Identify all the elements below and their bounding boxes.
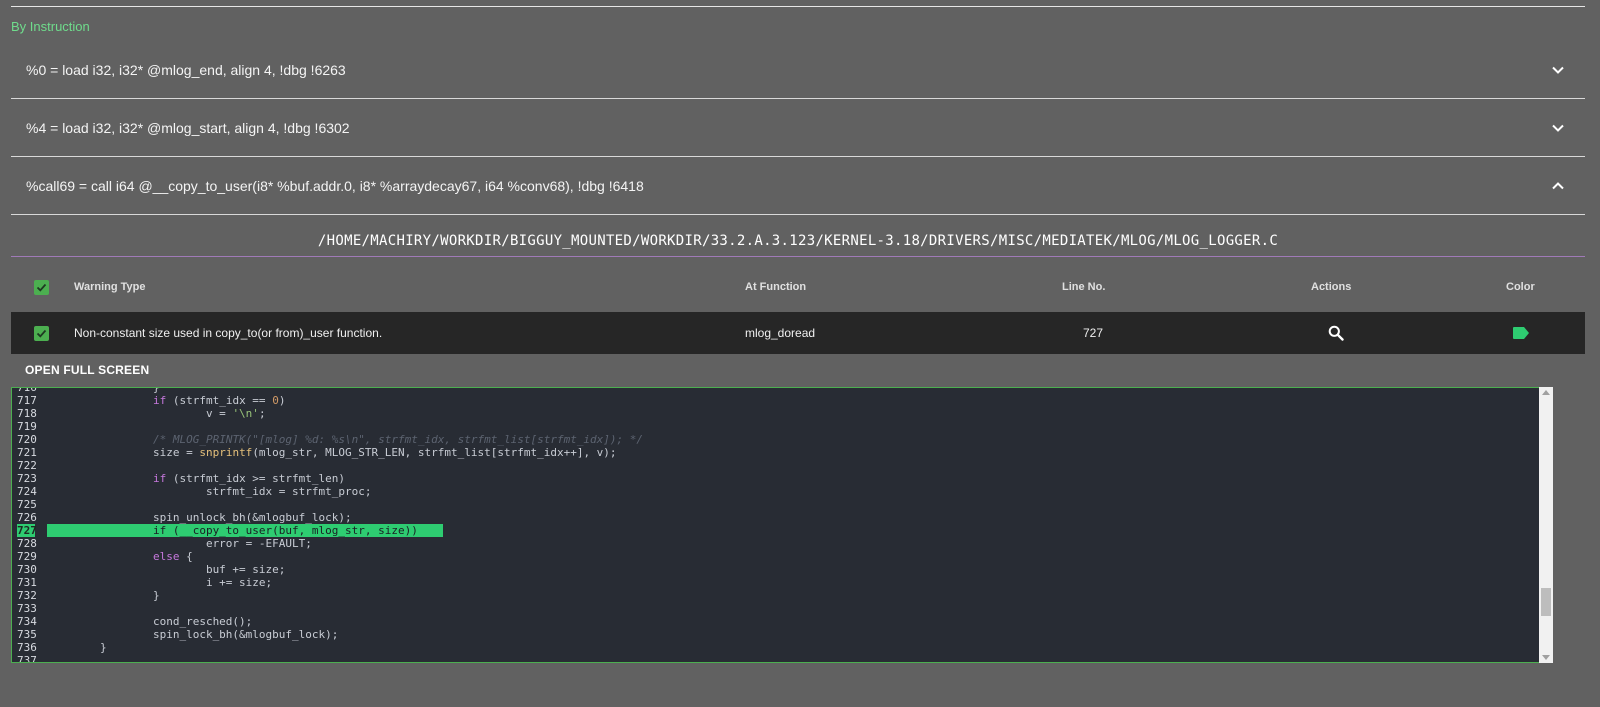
- line-number: 737: [17, 654, 37, 663]
- code-line: 725: [12, 498, 1538, 511]
- chevron-down-icon[interactable]: [1551, 121, 1565, 135]
- at-function-cell: mlog_doread: [745, 326, 816, 340]
- code-line: 734 cond_resched();: [12, 615, 1538, 628]
- checkmark-icon: [36, 283, 47, 292]
- code-line: 730 buf += size;: [12, 563, 1538, 576]
- table-row[interactable]: Non-constant size used in copy_to(or fro…: [11, 312, 1585, 354]
- code-line: 719: [12, 420, 1538, 433]
- line-number: 725: [17, 498, 37, 511]
- line-source: }: [47, 387, 160, 394]
- line-number: 720: [17, 433, 37, 446]
- line-source: if (strfmt_idx == 0): [152, 394, 286, 407]
- code-line: 718 v = '\n';: [12, 407, 1538, 420]
- line-no-cell: 727: [1083, 326, 1104, 340]
- line-number: 729: [17, 550, 37, 563]
- row-checkbox[interactable]: [34, 312, 49, 354]
- line-number: 735: [17, 628, 37, 641]
- code-line: 720 /* MLOG_PRINTK("[mlog] %d: %s\n", st…: [12, 433, 1538, 446]
- instruction-row-0[interactable]: %0 = load i32, i32* @mlog_end, align 4, …: [11, 41, 1585, 99]
- code-line: 722: [12, 459, 1538, 472]
- header-color: Color: [1506, 281, 1535, 293]
- line-source: }: [47, 589, 160, 602]
- line-number: 728: [17, 537, 37, 550]
- checkmark-icon: [36, 329, 47, 338]
- code-line: 724 strfmt_idx = strfmt_proc;: [12, 485, 1538, 498]
- code-line: 732 }: [12, 589, 1538, 602]
- scroll-down-icon[interactable]: [1542, 655, 1550, 660]
- line-source: spin_unlock_bh(&mlogbuf_lock);: [47, 511, 352, 524]
- warning-type-cell: Non-constant size used in copy_to(or fro…: [74, 326, 383, 340]
- line-source: /* MLOG_PRINTK("[mlog] %d: %s\n", strfmt…: [152, 433, 644, 446]
- top-divider: [11, 6, 1585, 7]
- code-line: 731 i += size;: [12, 576, 1538, 589]
- line-number: 718: [17, 407, 37, 420]
- line-number: 721: [17, 446, 37, 459]
- line-number: 722: [17, 459, 37, 472]
- line-number: 733: [17, 602, 37, 615]
- code-line: 728 error = -EFAULT;: [12, 537, 1538, 550]
- instruction-row-1[interactable]: %4 = load i32, i32* @mlog_start, align 4…: [11, 99, 1585, 157]
- line-source: buf += size;: [47, 563, 286, 576]
- code-line: 735 spin_lock_bh(&mlogbuf_lock);: [12, 628, 1538, 641]
- color-tag-icon[interactable]: [1512, 312, 1530, 354]
- code-line: 716 }: [12, 387, 1538, 394]
- table-header: Warning Type At Function Line No. Action…: [11, 272, 1585, 302]
- line-number: 730: [17, 563, 37, 576]
- line-source: }: [47, 641, 107, 654]
- line-source: i += size;: [47, 576, 273, 589]
- line-source: strfmt_idx = strfmt_proc;: [47, 485, 372, 498]
- header-warning-type[interactable]: Warning Type: [74, 272, 146, 302]
- chevron-up-icon[interactable]: [1551, 179, 1565, 193]
- code-line: 729 else {: [12, 550, 1538, 563]
- search-icon[interactable]: [1328, 312, 1344, 354]
- line-number: 716: [17, 387, 37, 394]
- code-line: 736 }: [12, 641, 1538, 654]
- file-path: /HOME/MACHIRY/WORKDIR/BIGGUY_MOUNTED/WOR…: [11, 230, 1585, 257]
- line-source: if (__copy_to_user(buf, mlog_str, size)): [47, 524, 418, 537]
- select-all-checkbox[interactable]: [34, 272, 49, 302]
- code-line: 733: [12, 602, 1538, 615]
- code-line: 726 spin_unlock_bh(&mlogbuf_lock);: [12, 511, 1538, 524]
- code-line: 721 size = snprintf(mlog_str, MLOG_STR_L…: [12, 446, 1538, 459]
- line-source: cond_resched();: [47, 615, 253, 628]
- line-number: 732: [17, 589, 37, 602]
- line-number: 717: [17, 394, 37, 407]
- line-source: v = '\n';: [47, 407, 266, 420]
- line-number: 724: [17, 485, 37, 498]
- line-number: 727: [17, 524, 37, 537]
- code-scrollbar[interactable]: [1539, 387, 1553, 663]
- line-source: error = -EFAULT;: [47, 537, 312, 550]
- line-source: spin_lock_bh(&mlogbuf_lock);: [47, 628, 339, 641]
- line-source: size = snprintf(mlog_str, MLOG_STR_LEN, …: [47, 446, 617, 459]
- line-number: 736: [17, 641, 37, 654]
- section-label: By Instruction: [11, 19, 90, 34]
- line-source: if (strfmt_idx >= strfmt_len): [152, 472, 346, 485]
- line-number: 723: [17, 472, 37, 485]
- code-line: 723 if (strfmt_idx >= strfmt_len): [12, 472, 1538, 485]
- scroll-up-icon[interactable]: [1542, 390, 1550, 395]
- code-viewer[interactable]: 716 } 717 if (strfmt_idx == 0) 718 v = '\n…: [11, 387, 1553, 663]
- line-number: 731: [17, 576, 37, 589]
- header-actions: Actions: [1311, 281, 1352, 293]
- instruction-text: %4 = load i32, i32* @mlog_start, align 4…: [26, 119, 350, 136]
- instruction-text: %0 = load i32, i32* @mlog_end, align 4, …: [26, 61, 346, 78]
- line-source: else {: [152, 550, 193, 563]
- header-at-function[interactable]: At Function: [745, 272, 806, 302]
- header-line-no[interactable]: Line No.: [1062, 272, 1105, 302]
- open-full-screen-button[interactable]: OPEN FULL SCREEN: [25, 363, 149, 377]
- line-number: 734: [17, 615, 37, 628]
- instruction-text: %call69 = call i64 @__copy_to_user(i8* %…: [26, 177, 644, 194]
- scroll-thumb[interactable]: [1541, 588, 1551, 616]
- code-line: 717 if (strfmt_idx == 0): [12, 394, 1538, 407]
- chevron-down-icon[interactable]: [1551, 63, 1565, 77]
- line-number: 726: [17, 511, 37, 524]
- instruction-row-2[interactable]: %call69 = call i64 @__copy_to_user(i8* %…: [11, 157, 1585, 215]
- line-number: 719: [17, 420, 37, 433]
- code-line: 737: [12, 654, 1538, 663]
- code-line: 727 if (__copy_to_user(buf, mlog_str, si…: [12, 524, 1538, 537]
